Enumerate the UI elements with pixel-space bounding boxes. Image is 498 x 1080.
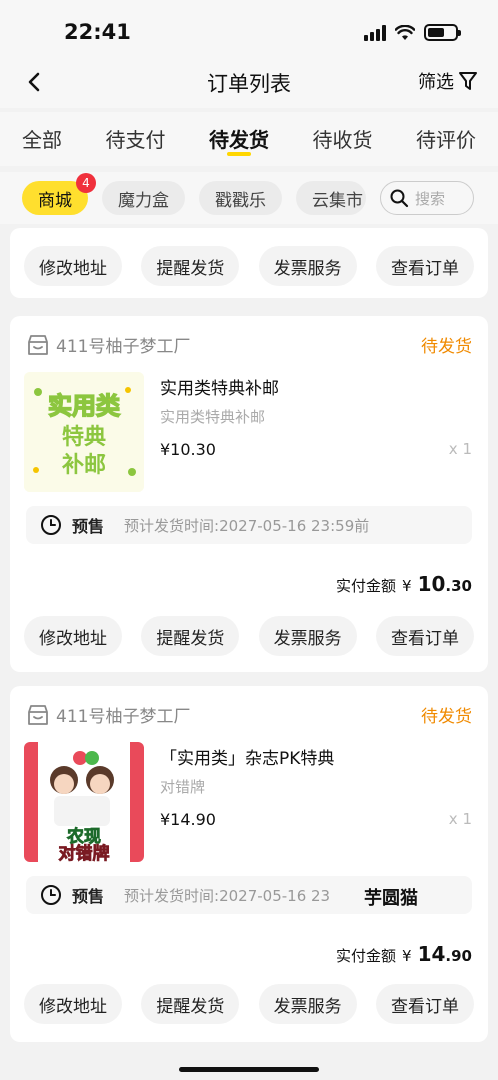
- home-indicator[interactable]: [179, 1067, 319, 1072]
- tab-label: 待发货: [209, 128, 269, 152]
- product-image: 实用类 特典 补邮: [24, 372, 144, 492]
- product-name: 实用类特典补邮: [160, 379, 279, 399]
- tab-label: 待评价: [416, 128, 476, 152]
- nav-header: 订单列表 筛选: [0, 60, 498, 108]
- search-icon: [390, 189, 409, 208]
- order-status: 待发货: [421, 337, 472, 357]
- estimated-ship-time: 预计发货时间:2027-05-16 23:59前: [124, 516, 370, 535]
- order-actions: 修改地址 提醒发货 发票服务 查看订单: [24, 984, 474, 1024]
- chip-label: 云集市: [312, 190, 363, 211]
- product-quantity: x 1: [448, 440, 472, 458]
- total-label: 实付金额: [336, 577, 397, 595]
- tab-all[interactable]: 全部: [22, 112, 62, 166]
- chip-label: 魔力盒: [118, 190, 169, 211]
- total-amount: 10: [417, 572, 446, 596]
- change-address-button[interactable]: 修改地址: [24, 246, 122, 286]
- product-thumbnail[interactable]: 实用类 特典 补邮: [24, 372, 144, 492]
- product-variant: 对错牌: [160, 778, 206, 796]
- remind-ship-button[interactable]: 提醒发货: [141, 246, 240, 286]
- order-card-partial: 修改地址 提醒发货 发票服务 查看订单: [10, 228, 488, 298]
- thumb-text: 对错牌: [59, 843, 110, 862]
- search-input[interactable]: 搜索: [380, 181, 474, 215]
- search-placeholder: 搜索: [415, 189, 446, 208]
- order-card[interactable]: 411号柚子梦工厂 待发货 实用类 特典 补邮 实用类特典补邮 实用类特典补邮 …: [10, 316, 488, 672]
- order-total: 实付金额 ¥ 10.30: [336, 572, 472, 596]
- chip-label: 戳戳乐: [215, 190, 266, 211]
- product-thumbnail[interactable]: 农现 对错牌: [24, 742, 144, 862]
- chip-label: 商城: [38, 190, 72, 211]
- chip-mall[interactable]: 商城 4: [22, 173, 96, 215]
- thumb-text: 实用类: [48, 392, 121, 420]
- tab-pending-shipment[interactable]: 待发货: [209, 112, 269, 166]
- total-currency: ¥: [402, 947, 412, 965]
- invoice-button[interactable]: 发票服务: [258, 616, 357, 656]
- filter-label: 筛选: [418, 72, 454, 93]
- tab-pending-receipt[interactable]: 待收货: [313, 112, 373, 166]
- watermark-text: 芋圆猫: [364, 888, 418, 909]
- invoice-button[interactable]: 发票服务: [258, 246, 357, 286]
- invoice-button[interactable]: 发票服务: [258, 984, 357, 1024]
- tab-label: 全部: [22, 128, 62, 152]
- count-badge: 4: [76, 173, 96, 193]
- wifi-icon: [395, 24, 415, 40]
- product-name: 「实用类」杂志PK特典: [160, 749, 335, 769]
- shop-link[interactable]: 411号柚子梦工厂: [26, 332, 190, 357]
- change-address-button[interactable]: 修改地址: [24, 984, 122, 1024]
- chip-poke-game[interactable]: 戳戳乐: [199, 181, 282, 215]
- presale-label: 预售: [72, 887, 105, 906]
- presale-label: 预售: [72, 517, 105, 536]
- estimated-ship-time: 预计发货时间:2027-05-16 23: [124, 886, 331, 905]
- category-chips: 商城 4 魔力盒 戳戳乐 云集市 搜索: [0, 172, 498, 224]
- presale-info: 预售 预计发货时间:2027-05-16 23:59前: [26, 506, 472, 544]
- tab-label: 待收货: [312, 128, 373, 152]
- chip-cloud-market[interactable]: 云集市: [296, 181, 366, 215]
- active-tab-indicator: [227, 152, 251, 156]
- order-status-tabs: 全部 待支付 待发货 待收货 待评价: [0, 112, 498, 166]
- order-actions: 修改地址 提醒发货 发票服务 查看订单: [24, 616, 474, 656]
- order-status: 待发货: [421, 707, 472, 727]
- shop-name: 411号柚子梦工厂: [56, 337, 191, 357]
- product-variant: 实用类特典补邮: [160, 408, 266, 426]
- view-order-button[interactable]: 查看订单: [375, 616, 474, 656]
- total-cents: .30: [445, 577, 472, 595]
- filter-button[interactable]: 筛选: [418, 68, 478, 94]
- shop-link[interactable]: 411号柚子梦工厂: [26, 702, 190, 727]
- chip-magic-box[interactable]: 魔力盒: [102, 181, 185, 215]
- clock-icon: [41, 885, 61, 905]
- cellular-signal-icon: [364, 24, 386, 41]
- remind-ship-button[interactable]: 提醒发货: [141, 616, 240, 656]
- view-order-button[interactable]: 查看订单: [375, 246, 474, 286]
- order-card[interactable]: 411号柚子梦工厂 待发货 农现 对错牌 「实用类」杂志PK特典 对错牌 ¥14…: [10, 686, 488, 1042]
- product-price: ¥10.30: [160, 440, 216, 459]
- filter-icon: [459, 72, 477, 90]
- total-currency: ¥: [402, 577, 412, 595]
- status-icons: [364, 24, 461, 41]
- status-time: 22:41: [64, 20, 131, 44]
- view-order-button[interactable]: 查看订单: [375, 984, 474, 1024]
- tab-pending-review[interactable]: 待评价: [416, 112, 476, 166]
- battery-icon: [424, 24, 461, 41]
- product-price: ¥14.90: [160, 810, 216, 829]
- change-address-button[interactable]: 修改地址: [24, 616, 122, 656]
- shop-name: 411号柚子梦工厂: [56, 707, 191, 727]
- product-image: 农现 对错牌: [24, 742, 144, 862]
- total-amount: 14: [417, 942, 446, 966]
- thumb-text: 补邮: [61, 453, 106, 478]
- total-cents: .90: [445, 947, 472, 965]
- tab-label: 待支付: [105, 128, 166, 152]
- status-bar: 22:41: [0, 0, 498, 60]
- clock-icon: [41, 515, 61, 535]
- remind-ship-button[interactable]: 提醒发货: [141, 984, 240, 1024]
- thumb-text: 特典: [62, 424, 106, 450]
- shop-icon: [28, 334, 48, 355]
- order-total: 实付金额 ¥ 14.90: [336, 942, 472, 966]
- tab-pending-payment[interactable]: 待支付: [106, 112, 166, 166]
- shop-icon: [28, 704, 48, 725]
- total-label: 实付金额: [336, 947, 397, 965]
- product-quantity: x 1: [448, 810, 472, 828]
- order-actions: 修改地址 提醒发货 发票服务 查看订单: [24, 246, 474, 286]
